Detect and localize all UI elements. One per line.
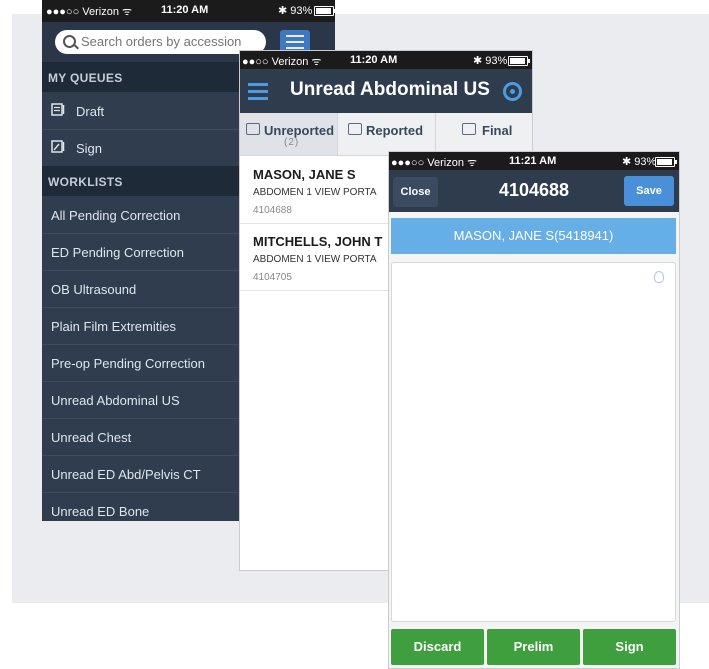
tab-label: Final xyxy=(482,123,513,138)
clock: 11:21 AM xyxy=(509,155,557,167)
battery-icon xyxy=(314,6,335,16)
discard-button[interactable]: Discard xyxy=(391,629,484,665)
tab-count: (2) xyxy=(284,137,300,148)
save-button[interactable]: Save xyxy=(624,176,674,206)
search-icon xyxy=(63,35,76,48)
draft-icon xyxy=(51,103,65,116)
exam-description: ABDOMEN 1 VIEW PORTA xyxy=(253,254,377,265)
exam-description: ABDOMEN 1 VIEW PORTA xyxy=(253,187,377,198)
tab-label: Reported xyxy=(366,123,424,138)
status-tabs: Unreported (2) Reported Final xyxy=(240,113,532,156)
nav-header: Unread Abdominal US xyxy=(240,69,532,113)
section-title: WORKLISTS xyxy=(48,175,123,189)
worklist-label: OB Ultrasound xyxy=(51,282,137,297)
worklist-label: Unread ED Abd/Pelvis CT xyxy=(51,467,201,482)
report-header: Close 4104688 Save xyxy=(389,170,679,212)
search-field[interactable] xyxy=(55,30,266,54)
sign-button[interactable]: Sign xyxy=(583,629,676,665)
search-icon[interactable] xyxy=(503,82,522,101)
action-bar: Discard Prelim Sign xyxy=(389,627,679,668)
prelim-button[interactable]: Prelim xyxy=(487,629,580,665)
clock: 11:20 AM xyxy=(350,54,398,66)
accession-number: 4104688 xyxy=(253,205,292,216)
queue-label: Sign xyxy=(76,141,103,156)
worklist-label: ED Pending Correction xyxy=(51,245,184,260)
battery-icon xyxy=(655,157,677,167)
status-bar: ●●●○○ Verizon ᯤ 11:21 AM ✱ 93% xyxy=(389,152,679,170)
queue-label: Draft xyxy=(76,104,105,119)
clock: 11:20 AM xyxy=(161,4,209,16)
patient-name: MASON, JANE S xyxy=(253,167,356,182)
reported-tray-icon xyxy=(348,123,362,135)
unreported-tray-icon xyxy=(246,123,260,135)
status-bar: ●●○○ Verizon ᯤ 11:20 AM ✱ 93% xyxy=(240,51,532,69)
battery-percent: ✱ 93% xyxy=(473,55,508,67)
worklist-label: Unread Abdominal US xyxy=(51,393,180,408)
patient-banner[interactable]: MASON, JANE S(5418941) xyxy=(391,218,676,254)
hamburger-icon[interactable] xyxy=(248,83,268,104)
accession-number: 4104705 xyxy=(253,272,292,283)
battery-level xyxy=(316,8,331,14)
worklist-label: Unread Chest xyxy=(51,430,132,445)
battery-icon xyxy=(508,56,530,66)
section-title: MY QUEUES xyxy=(48,71,123,85)
tab-label: Unreported xyxy=(264,123,335,138)
worklist-title: Unread Abdominal US xyxy=(290,79,490,100)
worklist-label: All Pending Correction xyxy=(51,208,181,223)
final-tray-icon xyxy=(462,123,476,135)
patient-name: MITCHELLS, JOHN T xyxy=(253,234,383,249)
status-bar: ●●●○○ Verizon ᯤ 11:20 AM ✱ 93% xyxy=(42,0,335,22)
report-phone-screen: ●●●○○ Verizon ᯤ 11:21 AM ✱ 93% Close 410… xyxy=(388,151,680,669)
carrier-label: ●●●○○ Verizon ᯤ xyxy=(46,6,133,18)
battery-level xyxy=(657,159,672,165)
worklist-label: Pre-op Pending Correction xyxy=(51,356,205,371)
battery-percent: ✱ 93% xyxy=(622,156,657,168)
tab-unreported[interactable]: Unreported (2) xyxy=(240,113,338,155)
report-text-area[interactable] xyxy=(391,262,676,622)
worklist-label: Plain Film Extremities xyxy=(51,319,176,334)
tab-reported[interactable]: Reported xyxy=(338,113,436,155)
battery-level xyxy=(510,58,525,64)
dictation-icon[interactable] xyxy=(654,271,664,283)
worklist-label: Unread ED Bone xyxy=(51,504,150,519)
tab-final[interactable]: Final xyxy=(436,113,532,155)
carrier-label: ●●○○ Verizon ᯤ xyxy=(242,56,322,68)
carrier-label: ●●●○○ Verizon ᯤ xyxy=(391,157,478,169)
battery-percent: ✱ 93% xyxy=(278,5,313,17)
search-input[interactable] xyxy=(79,33,266,50)
sign-icon xyxy=(51,140,65,153)
